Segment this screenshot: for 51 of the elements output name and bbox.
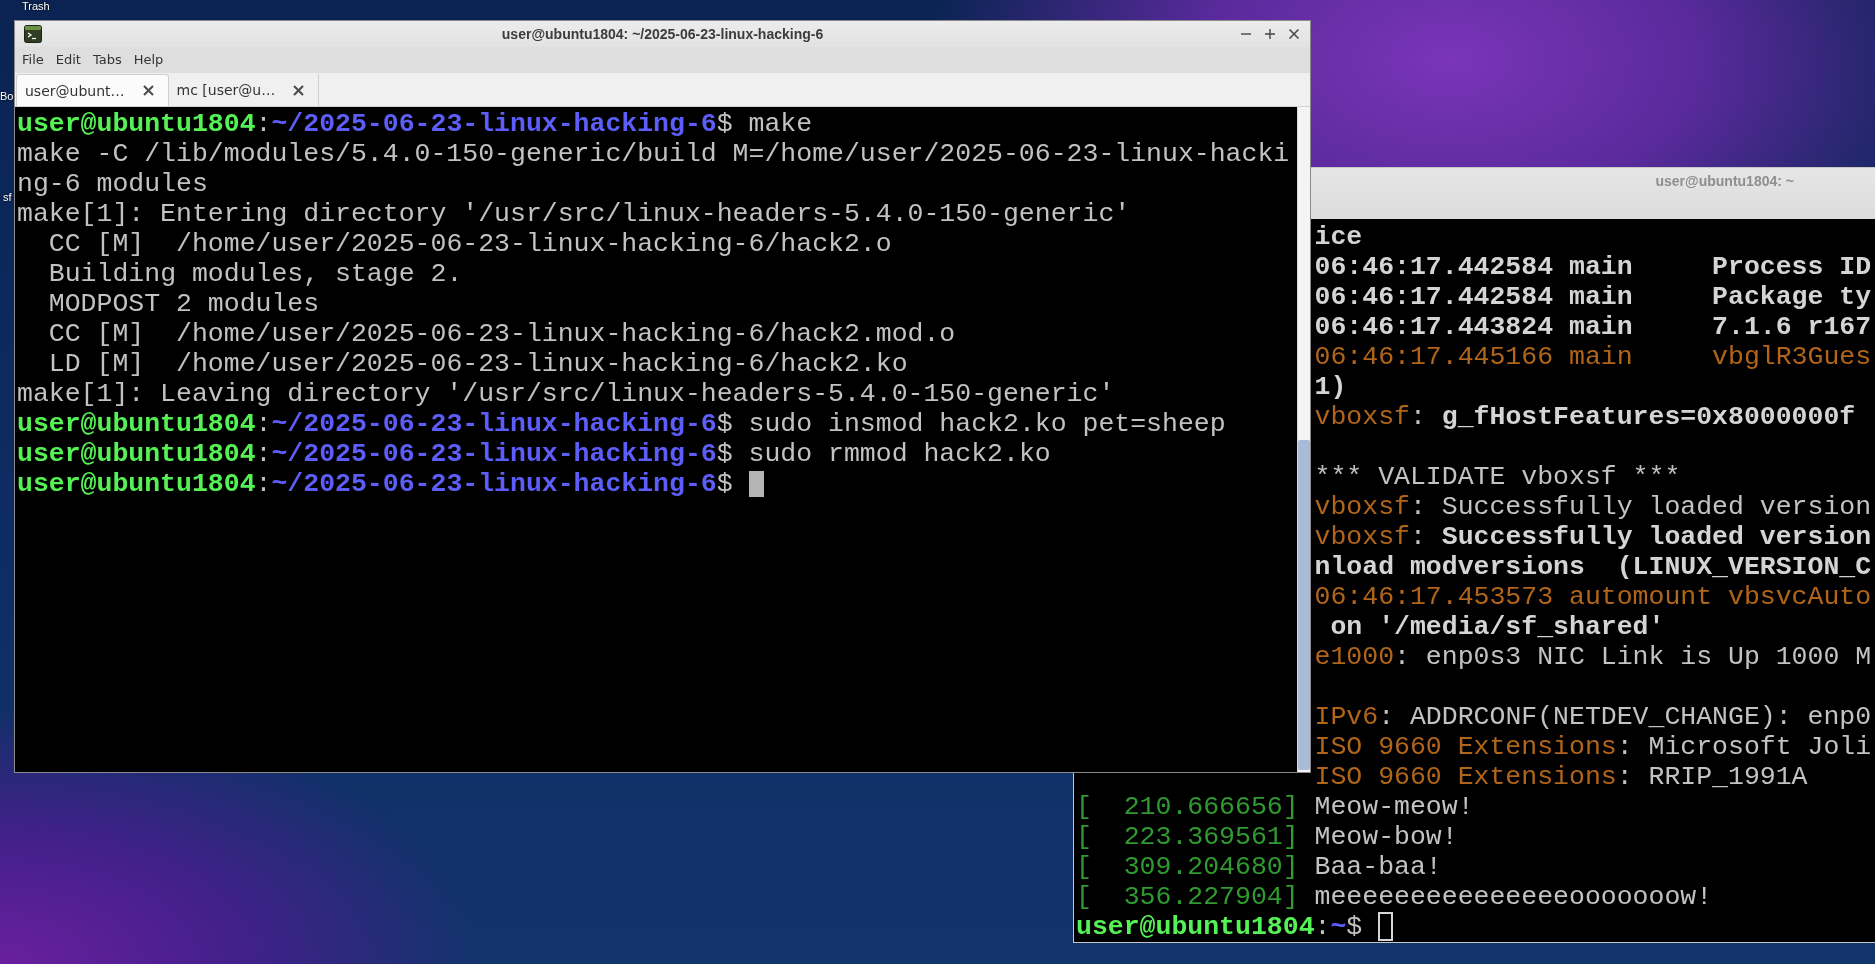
desktop-icon-label[interactable]: sf xyxy=(3,191,12,204)
terminal-line: [ 356.227904] meeeeeeeeeeeeeeeooooooow! xyxy=(1076,882,1713,912)
menu-item[interactable]: Help xyxy=(127,52,170,68)
terminal-line: vboxsf: g_fHostFeatures=0x8000000f xyxy=(1314,402,1856,432)
terminal-line: *** VALIDATE vboxsf *** xyxy=(1314,462,1681,492)
terminal-line: 06:46:17.453573 automount vbsvcAuto xyxy=(1314,582,1872,612)
terminal-line: vboxsf: Successfully loaded version xyxy=(1314,522,1872,552)
terminal-line: [ 309.204680] Baa-baa! xyxy=(1076,852,1442,882)
terminal-tab[interactable]: mc [user@u… xyxy=(168,74,320,106)
menu-item[interactable]: Tabs xyxy=(86,52,128,68)
window-title: user@ubuntu1804: ~/2025-06-23-linux-hacking-6 xyxy=(501,26,824,42)
menu-item[interactable]: File xyxy=(16,52,50,68)
terminal-line: 06:46:17.443824 main 7.1.6 r167 xyxy=(1314,312,1872,342)
desktop-icon-label[interactable]: Bo xyxy=(0,90,14,103)
terminal-line: MODPOST 2 modules xyxy=(47,289,320,319)
terminal-line: nload modversions (LINUX_VERSION_C xyxy=(1314,552,1872,582)
terminal-line: 1) xyxy=(1314,372,1347,402)
terminal-line: user@ubuntu1804:~/2025-06-23-linux-hacking-6$ xyxy=(17,469,734,499)
terminal-line: CC [M] /home/user/2025-06-23-linux-hacking-6/hack2.mod.o xyxy=(47,319,956,349)
terminal-line: Building modules, stage 2. xyxy=(47,259,463,289)
terminal-line: 06:46:17.442584 main Package ty xyxy=(1314,282,1872,312)
menu-item[interactable]: Edit xyxy=(49,52,87,68)
terminal-line: user@ubuntu1804:~$ xyxy=(1076,912,1364,942)
terminal-line: LD [M] /home/user/2025-06-23-linux-hacking-6/hack2.ko xyxy=(47,349,908,379)
terminal-line: e1000: enp0s3 NIC Link is Up 1000 M xyxy=(1314,642,1872,672)
close-icon[interactable] xyxy=(142,85,154,96)
terminal-tab[interactable]: user@ubunt… xyxy=(16,74,169,106)
terminal-line: CC [M] /home/user/2025-06-23-linux-hacking-6/hack2.o xyxy=(47,229,892,259)
terminal-line: [ 223.369561] Meow-bow! xyxy=(1076,822,1458,852)
terminal-line: ice xyxy=(1314,222,1363,252)
desktop-icon-label[interactable]: Trash xyxy=(22,0,50,13)
close-icon[interactable] xyxy=(1289,29,1299,39)
terminal-line: make[1]: Leaving directory '/usr/src/linux-headers-5.4.0-150-generic' xyxy=(17,379,1115,409)
close-icon[interactable] xyxy=(293,84,305,96)
terminal-line: on '/media/sf_shared' xyxy=(1329,612,1665,642)
terminal-line: user@ubuntu1804:~/2025-06-23-linux-hacking-6$ make xyxy=(17,109,813,139)
terminal-line: ISO 9660 Extensions: RRIP_1991A xyxy=(1314,762,1808,792)
terminal-line: user@ubuntu1804:~/2025-06-23-linux-hacking-6$ sudo rmmod hack2.ko xyxy=(17,439,1051,469)
terminal-line: vboxsf: Successfully loaded version xyxy=(1314,492,1872,522)
scrollbar-thumb[interactable] xyxy=(1298,440,1310,770)
window-title: user@ubuntu1804: ~ xyxy=(1655,173,1794,189)
terminal-line: user@ubuntu1804:~/2025-06-23-linux-hacking-6$ sudo insmod hack2.ko pet=sheep xyxy=(17,409,1226,439)
terminal-line: make[1]: Entering directory '/usr/src/linux-headers-5.4.0-150-generic' xyxy=(17,199,1131,229)
terminal-icon xyxy=(24,25,42,43)
scrollbar-track[interactable] xyxy=(1297,107,1310,772)
terminal-line: 06:46:17.442584 main Process ID xyxy=(1314,252,1872,282)
terminal-line: ISO 9660 Extensions: Microsoft Joli xyxy=(1314,732,1872,762)
terminal-line: 06:46:17.445166 main vbglR3Gues xyxy=(1314,342,1872,372)
maximize-icon[interactable] xyxy=(1265,29,1275,39)
terminal-line: IPv6: ADDRCONF(NETDEV_CHANGE): enp0 xyxy=(1314,702,1872,732)
terminal-line: [ 210.666656] Meow-meow! xyxy=(1076,792,1474,822)
